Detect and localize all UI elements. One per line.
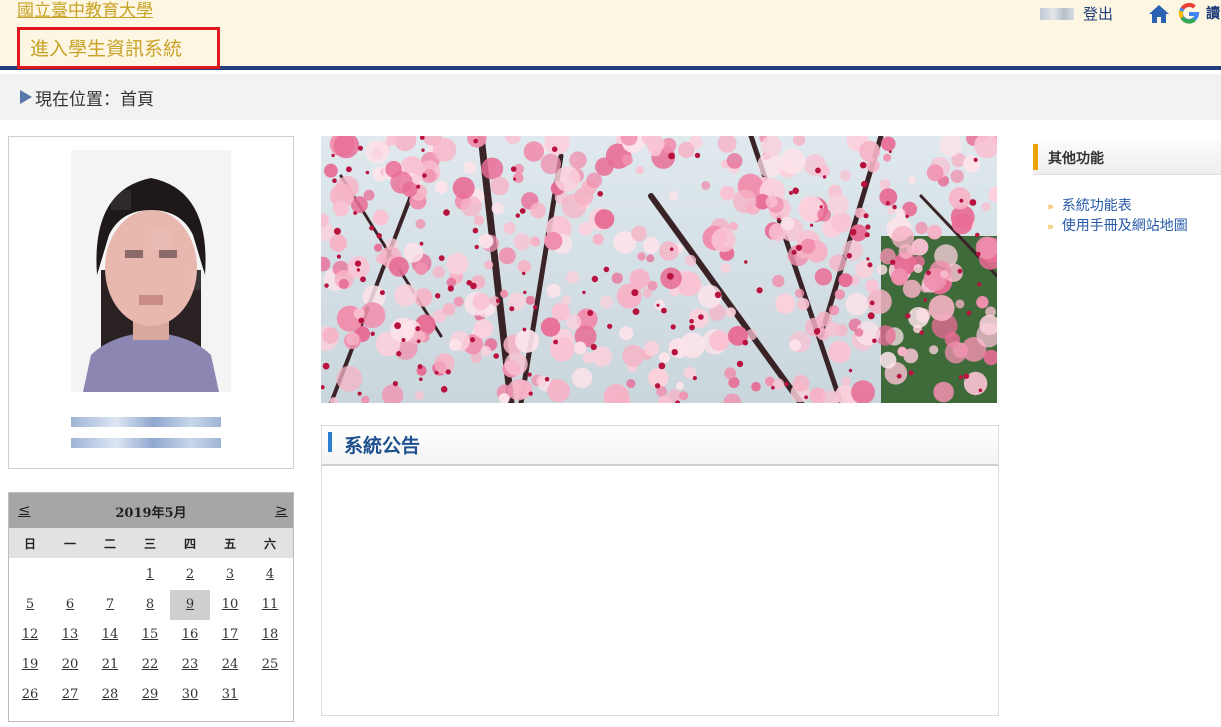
translate-link[interactable]: 讀 [1206,3,1220,23]
other-functions-title: 其他功能 [1048,151,1104,167]
calendar-title: 2019年5月 [115,506,187,521]
calendar-day[interactable]: 3 [210,560,250,590]
calendar-day[interactable]: 30 [170,680,210,710]
sidebar-item-label: 使用手冊及網站地圖 [1061,218,1188,234]
calendar-day[interactable]: 31 [210,680,250,710]
logout-link[interactable]: 登出 [1083,3,1113,24]
calendar-day[interactable]: 10 [210,590,250,620]
chevron-right-icon: » [1047,200,1054,213]
announcement-accent-bar [328,432,332,452]
calendar-day[interactable]: 27 [50,680,90,710]
calendar-day[interactable]: 24 [210,650,250,680]
chevron-right-icon: » [1047,220,1054,233]
calendar: ≤ 2019年5月 ≥ 日 一 二 三 四 五 六 1 2 3 4 5 6 7 8 9 10 11 1… [8,492,294,722]
calendar-day[interactable]: 28 [90,680,130,710]
other-functions-header: 其他功能 [1033,141,1221,175]
weekday-label: 五 [223,537,236,551]
announcement-body [321,466,999,716]
weekday-label: 日 [23,537,36,551]
weekday-label: 一 [63,537,76,551]
calendar-day[interactable]: 11 [250,590,290,620]
sidebar-item-manual-sitemap[interactable]: » 使用手冊及網站地圖 [1047,215,1188,235]
breadcrumb-text: 現在位置：首頁 [35,90,154,110]
sidebar-item-label: 系統功能表 [1061,198,1132,214]
weekday-label: 四 [183,537,196,551]
calendar-day[interactable]: 18 [250,620,290,650]
other-functions-accent-bar [1033,144,1038,170]
weekday-label: 二 [103,537,116,551]
announcement-header: 系統公告 [321,425,999,466]
site-header: 國立臺中教育大學 進入學生資訊系統 登出 讀 [0,0,1221,70]
calendar-day[interactable]: 15 [130,620,170,650]
calendar-day[interactable]: 2 [170,560,210,590]
user-name-redacted [1040,8,1074,20]
calendar-day[interactable]: 9 [170,590,210,620]
calendar-day[interactable]: 7 [90,590,130,620]
calendar-day[interactable]: 5 [10,590,50,620]
student-id-redacted [71,417,221,427]
calendar-weekday-row: 日 一 二 三 四 五 六 [9,528,293,558]
calendar-day[interactable]: 25 [250,650,290,680]
calendar-day[interactable]: 12 [10,620,50,650]
calendar-day[interactable]: 14 [90,620,130,650]
calendar-day[interactable]: 17 [210,620,250,650]
calendar-day[interactable]: 8 [130,590,170,620]
announcement-title: 系統公告 [344,435,421,457]
triangle-right-icon [20,90,32,104]
student-dept-redacted [71,438,221,448]
calendar-day[interactable]: 19 [10,650,50,680]
calendar-day[interactable]: 29 [130,680,170,710]
calendar-day[interactable]: 13 [50,620,90,650]
calendar-next-button[interactable]: ≥ [275,501,288,519]
calendar-day[interactable]: 23 [170,650,210,680]
sis-entry-link[interactable]: 進入學生資訊系統 [30,34,182,61]
calendar-day[interactable]: 4 [250,560,290,590]
school-name-link[interactable]: 國立臺中教育大學 [17,0,153,21]
sidebar-item-function-menu[interactable]: » 系統功能表 [1047,195,1132,215]
calendar-day[interactable]: 20 [50,650,90,680]
breadcrumb: 現在位置：首頁 [0,74,1221,120]
calendar-day[interactable]: 22 [130,650,170,680]
banner-image [321,136,997,403]
weekday-label: 六 [263,537,276,551]
home-icon[interactable] [1148,4,1170,24]
sis-link-highlight: 進入學生資訊系統 [17,27,220,69]
profile-card [8,136,294,469]
student-photo [71,150,231,392]
calendar-day[interactable]: 21 [90,650,130,680]
calendar-day[interactable]: 6 [50,590,90,620]
calendar-day[interactable]: 16 [170,620,210,650]
calendar-day[interactable]: 26 [10,680,50,710]
weekday-label: 三 [143,537,156,551]
google-icon[interactable] [1178,2,1200,24]
calendar-day[interactable]: 1 [130,560,170,590]
calendar-header: ≤ 2019年5月 ≥ [9,493,293,528]
